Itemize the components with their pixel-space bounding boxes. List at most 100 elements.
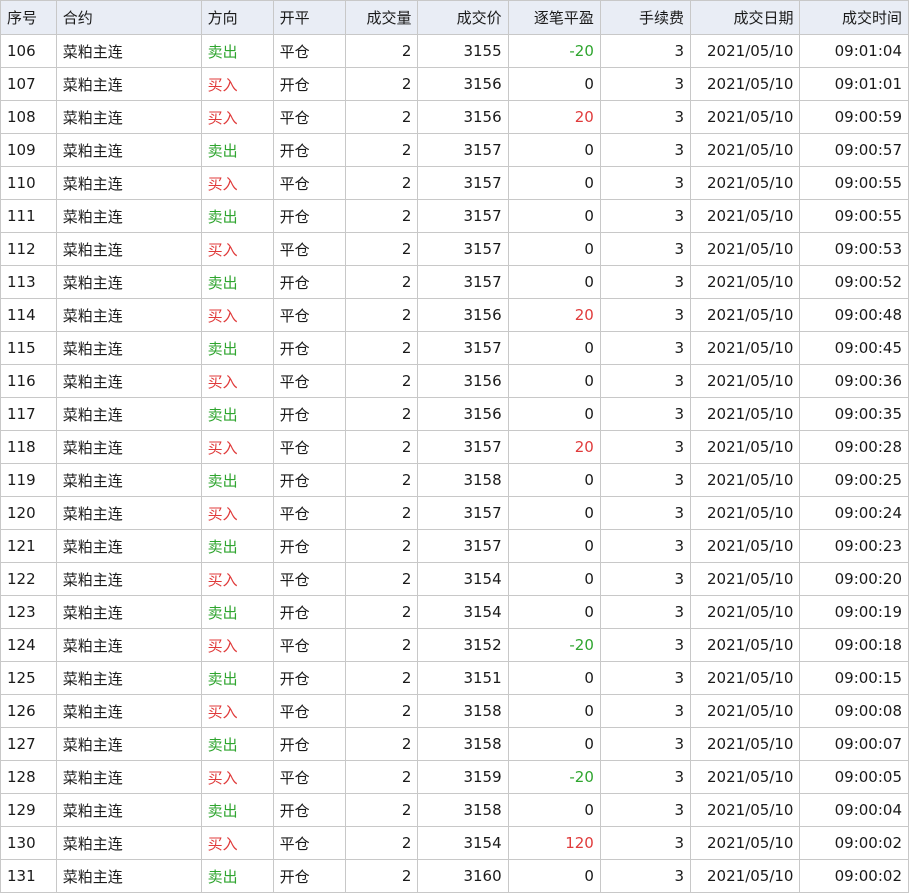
column-header-time[interactable]: 成交时间 [799, 0, 909, 35]
cell-price: 3154 [417, 595, 509, 629]
table-row[interactable]: 122 菜粕主连 买入 平仓 2 3154 0 3 2021/05/10 09:00:20 [0, 562, 909, 596]
cell-price: 3157 [417, 331, 509, 365]
table-row[interactable]: 129 菜粕主连 卖出 开仓 2 3158 0 3 2021/05/10 09:00:04 [0, 793, 909, 827]
table-row[interactable]: 112 菜粕主连 买入 平仓 2 3157 0 3 2021/05/10 09:00:53 [0, 232, 909, 266]
cell-direction: 卖出 [200, 859, 274, 893]
cell-direction: 买入 [200, 100, 274, 134]
cell-seq: 128 [0, 760, 57, 794]
cell-contract: 菜粕主连 [55, 100, 202, 134]
cell-pnl: 0 [507, 727, 601, 761]
cell-pnl: 20 [507, 430, 601, 464]
table-row[interactable]: 130 菜粕主连 买入 平仓 2 3154 120 3 2021/05/10 09:00:02 [0, 826, 909, 860]
cell-contract: 菜粕主连 [55, 67, 202, 101]
table-row[interactable]: 123 菜粕主连 卖出 开仓 2 3154 0 3 2021/05/10 09:00:19 [0, 595, 909, 629]
column-header-offset[interactable]: 开平 [272, 0, 346, 35]
cell-time: 09:00:07 [799, 727, 909, 761]
cell-price: 3156 [417, 67, 509, 101]
cell-offset: 开仓 [272, 529, 346, 563]
column-header-volume[interactable]: 成交量 [344, 0, 419, 35]
cell-time: 09:00:35 [799, 397, 909, 431]
table-row[interactable]: 120 菜粕主连 买入 平仓 2 3157 0 3 2021/05/10 09:00:24 [0, 496, 909, 530]
cell-seq: 130 [0, 826, 57, 860]
cell-direction: 卖出 [200, 595, 274, 629]
cell-volume: 2 [344, 793, 419, 827]
table-row[interactable]: 131 菜粕主连 卖出 开仓 2 3160 0 3 2021/05/10 09:00:02 [0, 859, 909, 893]
cell-direction: 卖出 [200, 529, 274, 563]
table-row[interactable]: 111 菜粕主连 卖出 开仓 2 3157 0 3 2021/05/10 09:00:55 [0, 199, 909, 233]
cell-time: 09:00:15 [799, 661, 909, 695]
table-row[interactable]: 124 菜粕主连 买入 平仓 2 3152 -20 3 2021/05/10 09:00:18 [0, 628, 909, 662]
cell-direction: 买入 [200, 628, 274, 662]
table-row[interactable]: 110 菜粕主连 买入 平仓 2 3157 0 3 2021/05/10 09:00:55 [0, 166, 909, 200]
table-row[interactable]: 126 菜粕主连 买入 平仓 2 3158 0 3 2021/05/10 09:00:08 [0, 694, 909, 728]
cell-contract: 菜粕主连 [55, 34, 202, 68]
cell-pnl: 120 [507, 826, 601, 860]
cell-price: 3157 [417, 430, 509, 464]
cell-fee: 3 [599, 661, 692, 695]
cell-pnl: 0 [507, 67, 601, 101]
column-header-seq[interactable]: 序号 [0, 0, 57, 35]
cell-pnl: -20 [507, 628, 601, 662]
cell-pnl: 0 [507, 133, 601, 167]
cell-volume: 2 [344, 661, 419, 695]
cell-direction: 卖出 [200, 199, 274, 233]
cell-seq: 106 [0, 34, 57, 68]
column-header-price[interactable]: 成交价 [417, 0, 509, 35]
cell-time: 09:00:36 [799, 364, 909, 398]
cell-direction: 卖出 [200, 34, 274, 68]
cell-seq: 107 [0, 67, 57, 101]
cell-pnl: 0 [507, 463, 601, 497]
table-row[interactable]: 106 菜粕主连 卖出 平仓 2 3155 -20 3 2021/05/10 09:01:04 [0, 34, 909, 68]
table-row[interactable]: 121 菜粕主连 卖出 开仓 2 3157 0 3 2021/05/10 09:00:23 [0, 529, 909, 563]
cell-direction: 卖出 [200, 661, 274, 695]
table-row[interactable]: 114 菜粕主连 买入 平仓 2 3156 20 3 2021/05/10 09:00:48 [0, 298, 909, 332]
table-row[interactable]: 127 菜粕主连 卖出 开仓 2 3158 0 3 2021/05/10 09:00:07 [0, 727, 909, 761]
table-row[interactable]: 115 菜粕主连 卖出 开仓 2 3157 0 3 2021/05/10 09:00:45 [0, 331, 909, 365]
column-header-pnl[interactable]: 逐笔平盈 [507, 0, 601, 35]
cell-date: 2021/05/10 [690, 298, 801, 332]
cell-seq: 126 [0, 694, 57, 728]
table-row[interactable]: 125 菜粕主连 卖出 开仓 2 3151 0 3 2021/05/10 09:00:15 [0, 661, 909, 695]
cell-seq: 111 [0, 199, 57, 233]
cell-fee: 3 [599, 331, 692, 365]
cell-contract: 菜粕主连 [55, 298, 202, 332]
table-row[interactable]: 116 菜粕主连 买入 平仓 2 3156 0 3 2021/05/10 09:00:36 [0, 364, 909, 398]
column-header-direction[interactable]: 方向 [200, 0, 274, 35]
cell-fee: 3 [599, 463, 692, 497]
table-row[interactable]: 113 菜粕主连 卖出 开仓 2 3157 0 3 2021/05/10 09:00:52 [0, 265, 909, 299]
cell-offset: 平仓 [272, 430, 346, 464]
column-header-contract[interactable]: 合约 [55, 0, 202, 35]
cell-contract: 菜粕主连 [55, 529, 202, 563]
table-row[interactable]: 118 菜粕主连 买入 平仓 2 3157 20 3 2021/05/10 09:00:28 [0, 430, 909, 464]
cell-offset: 开仓 [272, 133, 346, 167]
cell-fee: 3 [599, 364, 692, 398]
cell-contract: 菜粕主连 [55, 628, 202, 662]
cell-offset: 开仓 [272, 727, 346, 761]
table-row[interactable]: 107 菜粕主连 买入 开仓 2 3156 0 3 2021/05/10 09:01:01 [0, 67, 909, 101]
cell-fee: 3 [599, 628, 692, 662]
cell-volume: 2 [344, 628, 419, 662]
cell-offset: 开仓 [272, 859, 346, 893]
table-row[interactable]: 117 菜粕主连 卖出 开仓 2 3156 0 3 2021/05/10 09:00:35 [0, 397, 909, 431]
table-row[interactable]: 128 菜粕主连 买入 平仓 2 3159 -20 3 2021/05/10 09:00:05 [0, 760, 909, 794]
cell-volume: 2 [344, 298, 419, 332]
table-row[interactable]: 108 菜粕主连 买入 平仓 2 3156 20 3 2021/05/10 09:00:59 [0, 100, 909, 134]
column-header-date[interactable]: 成交日期 [690, 0, 801, 35]
table-row[interactable]: 119 菜粕主连 卖出 开仓 2 3158 0 3 2021/05/10 09:00:25 [0, 463, 909, 497]
column-header-fee[interactable]: 手续费 [599, 0, 692, 35]
cell-date: 2021/05/10 [690, 199, 801, 233]
cell-pnl: 0 [507, 694, 601, 728]
cell-contract: 菜粕主连 [55, 694, 202, 728]
cell-offset: 开仓 [272, 397, 346, 431]
cell-offset: 开仓 [272, 661, 346, 695]
cell-date: 2021/05/10 [690, 166, 801, 200]
cell-direction: 买入 [200, 694, 274, 728]
cell-direction: 卖出 [200, 727, 274, 761]
cell-fee: 3 [599, 232, 692, 266]
cell-volume: 2 [344, 760, 419, 794]
table-row[interactable]: 109 菜粕主连 卖出 开仓 2 3157 0 3 2021/05/10 09:00:57 [0, 133, 909, 167]
cell-fee: 3 [599, 298, 692, 332]
cell-pnl: 0 [507, 199, 601, 233]
cell-contract: 菜粕主连 [55, 463, 202, 497]
cell-date: 2021/05/10 [690, 694, 801, 728]
